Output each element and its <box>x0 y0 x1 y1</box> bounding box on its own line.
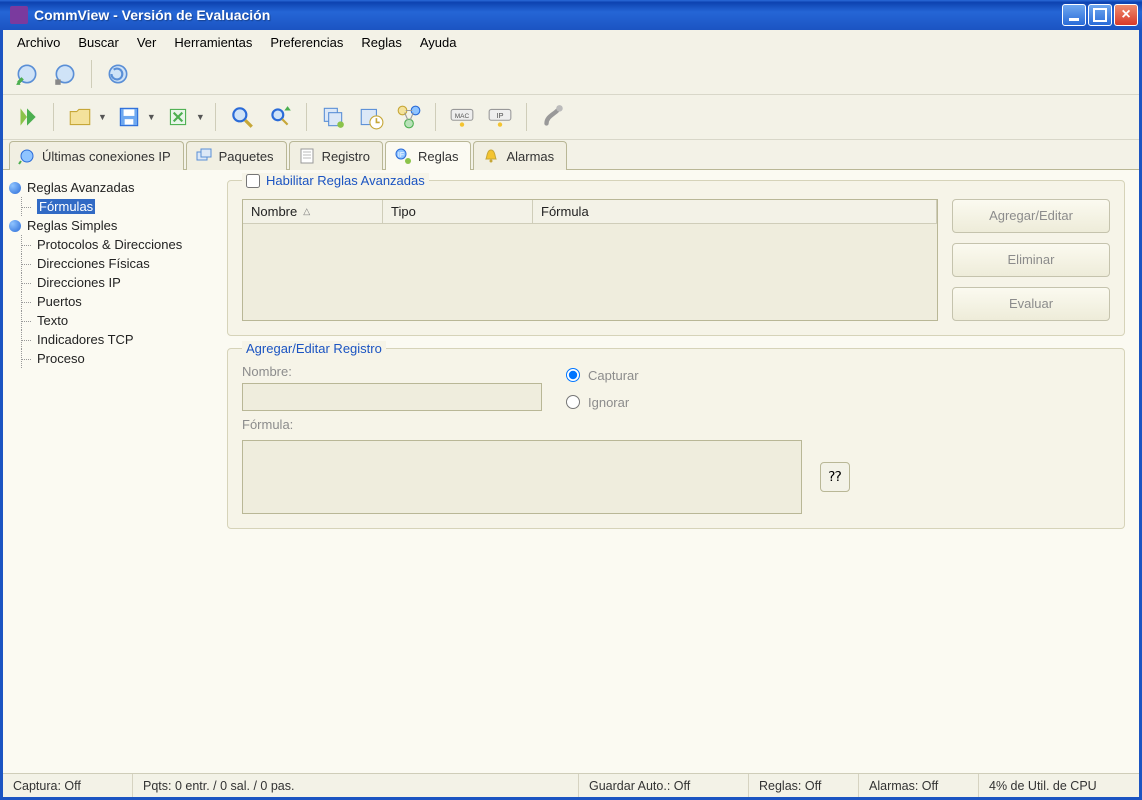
menu-reglas[interactable]: Reglas <box>353 32 409 53</box>
menu-buscar[interactable]: Buscar <box>70 32 126 53</box>
toolbar-2: ▼ ▼ ▼ <box>3 94 1139 140</box>
status-autosave: Guardar Auto.: Off <box>579 774 749 797</box>
tree-direcciones-ip[interactable]: Direcciones IP <box>5 273 211 292</box>
rules-tree: Reglas Avanzadas Fórmulas Reglas Simples… <box>3 170 213 773</box>
delete-button[interactable]: Eliminar <box>952 243 1110 277</box>
title-bar: CommView - Versión de Evaluación <box>0 0 1142 30</box>
status-alarms: Alarmas: Off <box>859 774 979 797</box>
add-edit-record-group: Agregar/Editar Registro Nombre: Capturar <box>227 348 1125 529</box>
status-cpu: 4% de Util. de CPU <box>979 774 1139 797</box>
log-icon <box>298 147 316 165</box>
tree-proceso[interactable]: Proceso <box>5 349 211 368</box>
enable-advanced-label: Habilitar Reglas Avanzadas <box>266 173 425 188</box>
name-label: Nombre: <box>242 364 542 379</box>
tree-protocolos[interactable]: Protocolos & Direcciones <box>5 235 211 254</box>
menu-archivo[interactable]: Archivo <box>9 32 68 53</box>
advanced-rules-group: Habilitar Reglas Avanzadas Nombre △ Tipo <box>227 180 1125 336</box>
tab-label: Alarmas <box>506 149 554 164</box>
scheduler-icon[interactable] <box>355 101 387 133</box>
refresh-icon[interactable] <box>102 58 134 90</box>
formula-input[interactable] <box>242 440 802 514</box>
network-icon[interactable] <box>393 101 425 133</box>
tab-paquetes[interactable]: Paquetes <box>186 141 287 170</box>
tab-label: Reglas <box>418 149 458 164</box>
bullet-icon <box>9 220 21 232</box>
save-icon[interactable] <box>113 101 145 133</box>
clear-dropdown-icon[interactable]: ▼ <box>196 112 205 122</box>
rules-icon: IF <box>394 147 412 165</box>
stop-capture-icon[interactable] <box>49 58 81 90</box>
formula-help-button[interactable]: ⁇ <box>820 462 850 492</box>
open-folder-icon[interactable] <box>64 101 96 133</box>
save-dropdown-icon[interactable]: ▼ <box>147 112 156 122</box>
name-input[interactable] <box>242 383 542 411</box>
menu-ver[interactable]: Ver <box>129 32 165 53</box>
radio-ignore[interactable]: Ignorar <box>566 395 639 410</box>
col-formula[interactable]: Fórmula <box>533 200 937 223</box>
col-tipo[interactable]: Tipo <box>383 200 533 223</box>
find-next-icon[interactable] <box>264 101 296 133</box>
tree-indicadores-tcp[interactable]: Indicadores TCP <box>5 330 211 349</box>
status-capture: Captura: Off <box>3 774 133 797</box>
add-edit-button[interactable]: Agregar/Editar <box>952 199 1110 233</box>
alarm-icon <box>482 147 500 165</box>
svg-text:IF: IF <box>398 152 404 159</box>
mac-alias-icon[interactable]: MAC <box>446 101 478 133</box>
rules-table[interactable]: Nombre △ Tipo Fórmula <box>242 199 938 321</box>
start-capture-icon[interactable] <box>11 58 43 90</box>
evaluate-button[interactable]: Evaluar <box>952 287 1110 321</box>
tree-texto[interactable]: Texto <box>5 311 211 330</box>
window-title: CommView - Versión de Evaluación <box>34 7 1062 23</box>
radio-capture[interactable]: Capturar <box>566 368 639 383</box>
tree-reglas-simples[interactable]: Reglas Simples <box>5 216 211 235</box>
radio-capture-input[interactable] <box>566 368 580 382</box>
tab-registro[interactable]: Registro <box>289 141 383 170</box>
tab-ultimas-conexiones[interactable]: Últimas conexiones IP <box>9 141 184 170</box>
tab-bar: Últimas conexiones IP Paquetes Registro … <box>3 140 1139 170</box>
close-button[interactable] <box>1114 4 1138 26</box>
tree-formulas[interactable]: Fórmulas <box>5 197 211 216</box>
hosts-icon[interactable] <box>317 101 349 133</box>
radio-ignore-input[interactable] <box>566 395 580 409</box>
app-icon <box>10 6 28 24</box>
bullet-icon <box>9 182 21 194</box>
svg-text:IP: IP <box>496 111 503 120</box>
menu-preferencias[interactable]: Preferencias <box>262 32 351 53</box>
tab-reglas[interactable]: IF Reglas <box>385 141 471 170</box>
open-dropdown-icon[interactable]: ▼ <box>98 112 107 122</box>
tab-label: Registro <box>322 149 370 164</box>
rules-main-panel: Habilitar Reglas Avanzadas Nombre △ Tipo <box>213 170 1139 773</box>
search-icon[interactable] <box>226 101 258 133</box>
packets-icon <box>195 147 213 165</box>
col-nombre[interactable]: Nombre △ <box>243 200 383 223</box>
tab-alarmas[interactable]: Alarmas <box>473 141 567 170</box>
formula-label: Fórmula: <box>242 417 1110 432</box>
settings-icon[interactable] <box>537 101 569 133</box>
tree-reglas-avanzadas[interactable]: Reglas Avanzadas <box>5 178 211 197</box>
ip-alias-icon[interactable]: IP <box>484 101 516 133</box>
play-icon[interactable] <box>11 101 43 133</box>
svg-text:MAC: MAC <box>455 113 470 120</box>
tab-label: Paquetes <box>219 149 274 164</box>
tree-puertos[interactable]: Puertos <box>5 292 211 311</box>
toolbar-1 <box>3 54 1139 94</box>
menu-bar: Archivo Buscar Ver Herramientas Preferen… <box>3 30 1139 54</box>
maximize-button[interactable] <box>1088 4 1112 26</box>
status-rules: Reglas: Off <box>749 774 859 797</box>
connections-icon <box>18 147 36 165</box>
tab-label: Últimas conexiones IP <box>42 149 171 164</box>
clear-icon[interactable] <box>162 101 194 133</box>
help-icon: ⁇ <box>829 468 842 485</box>
status-packets: Pqts: 0 entr. / 0 sal. / 0 pas. <box>133 774 579 797</box>
minimize-button[interactable] <box>1062 4 1086 26</box>
menu-herramientas[interactable]: Herramientas <box>166 32 260 53</box>
enable-advanced-checkbox[interactable] <box>246 174 260 188</box>
sort-asc-icon: △ <box>303 206 310 217</box>
status-bar: Captura: Off Pqts: 0 entr. / 0 sal. / 0 … <box>3 773 1139 797</box>
menu-ayuda[interactable]: Ayuda <box>412 32 465 53</box>
tree-direcciones-fisicas[interactable]: Direcciones Físicas <box>5 254 211 273</box>
add-edit-title: Agregar/Editar Registro <box>242 341 386 356</box>
